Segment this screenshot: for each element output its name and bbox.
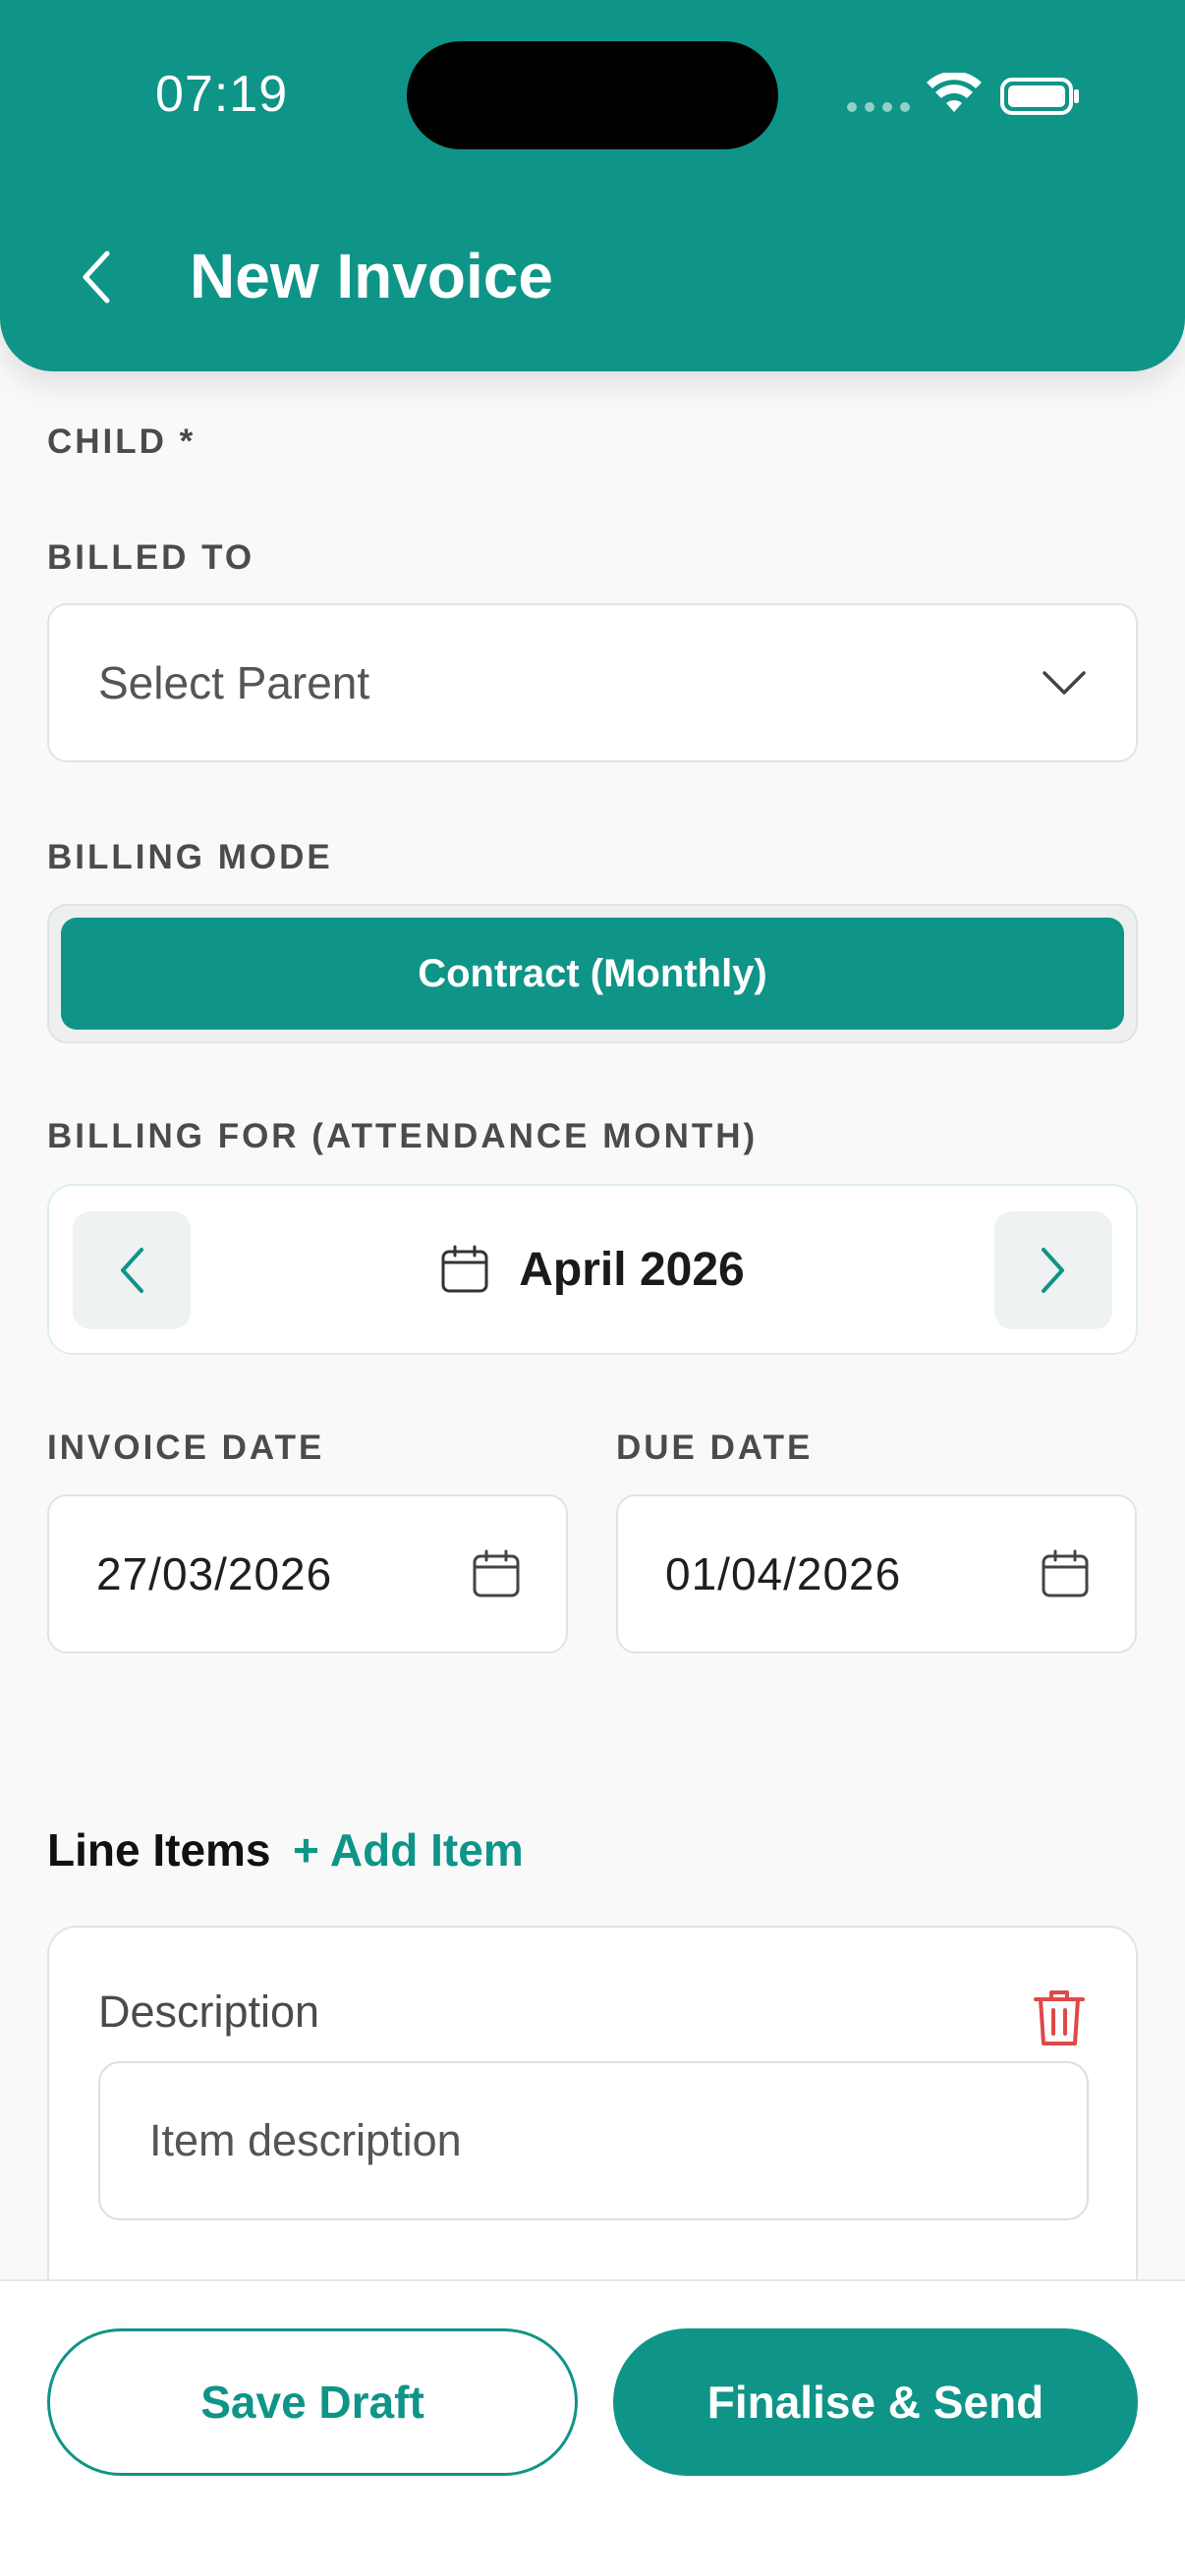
battery-icon	[1000, 78, 1079, 115]
invoice-date-label: INVOICE DATE	[47, 1428, 325, 1467]
due-date-field[interactable]: 01/04/2026	[616, 1494, 1137, 1653]
wifi-icon	[927, 73, 982, 112]
page-title: New Invoice	[190, 241, 553, 311]
calendar-icon	[441, 1245, 488, 1293]
chevron-left-icon	[121, 1248, 143, 1293]
dynamic-island	[407, 41, 778, 149]
billing-mode-selector: Contract (Monthly)	[47, 904, 1138, 1043]
save-draft-button[interactable]: Save Draft	[47, 2328, 578, 2476]
item-description-input[interactable]: Item description	[98, 2061, 1089, 2220]
selected-month: April 2026	[519, 1243, 745, 1296]
calendar-icon	[473, 1549, 520, 1597]
invoice-screen: 07:19 New Invoice CHILD * BILLED TO Sele…	[0, 0, 1185, 2576]
item-description-label: Description	[98, 1987, 320, 2037]
due-date-label: DUE DATE	[616, 1428, 814, 1467]
billing-mode-contract-monthly[interactable]: Contract (Monthly)	[61, 918, 1124, 1030]
calendar-icon	[1042, 1549, 1089, 1597]
chevron-left-icon	[83, 251, 110, 304]
status-time: 07:19	[155, 66, 289, 123]
parent-select-value: Select Parent	[98, 657, 370, 708]
billing-mode-label: BILLING MODE	[47, 838, 333, 876]
bottom-action-bar: Save Draft Finalise & Send	[0, 2279, 1185, 2576]
app-header: 07:19 New Invoice	[0, 0, 1185, 371]
due-date-value: 01/04/2026	[665, 1548, 902, 1599]
billed-to-label: BILLED TO	[47, 538, 255, 577]
child-label: CHILD *	[47, 422, 197, 461]
back-button[interactable]	[61, 236, 130, 318]
chevron-right-icon	[1042, 1248, 1064, 1293]
chevron-down-icon	[1043, 671, 1086, 695]
month-picker: April 2026	[47, 1184, 1138, 1355]
parent-select[interactable]: Select Parent	[47, 603, 1138, 762]
previous-month-button[interactable]	[73, 1211, 191, 1329]
month-display: April 2026	[49, 1186, 1136, 1353]
billing-for-label: BILLING FOR (ATTENDANCE MONTH)	[47, 1117, 759, 1155]
add-item-button[interactable]: + Add Item	[293, 1823, 524, 1876]
signal-icon	[847, 102, 910, 112]
line-items-title: Line Items	[47, 1824, 271, 1876]
finalise-send-button[interactable]: Finalise & Send	[613, 2328, 1138, 2476]
next-month-button[interactable]	[994, 1211, 1112, 1329]
trash-icon[interactable]	[1032, 1987, 1087, 2049]
invoice-date-field[interactable]: 27/03/2026	[47, 1494, 568, 1653]
invoice-date-value: 27/03/2026	[96, 1548, 333, 1599]
